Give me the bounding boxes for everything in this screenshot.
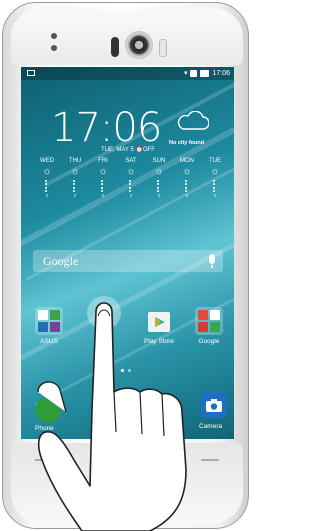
hand-gesture-illustration: [37, 296, 187, 531]
